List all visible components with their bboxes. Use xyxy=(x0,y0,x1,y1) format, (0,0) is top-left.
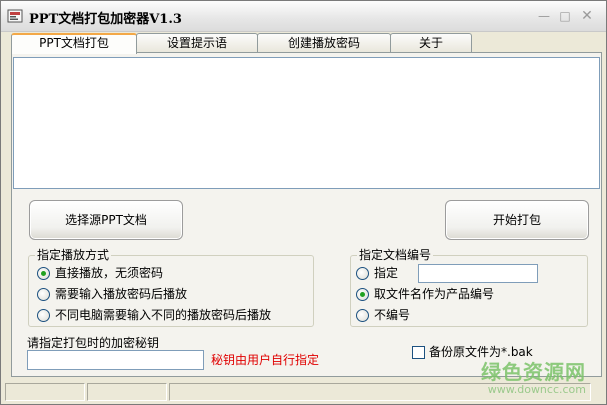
radio-label: 取文件名作为产品编号 xyxy=(374,287,495,301)
tab-about[interactable]: 关于 xyxy=(390,33,472,52)
app-icon xyxy=(7,9,23,23)
tab-ppt-pack[interactable]: PPT文档打包 xyxy=(11,33,137,54)
play-mode-group: 指定播放方式 直接播放，无须密码 需要输入播放密码后播放 不同电脑需要输入不同的… xyxy=(28,248,314,327)
doc-number-group: 指定文档编号 指定 取文件名作为产品编号 不编号 xyxy=(350,248,588,327)
encryption-key-hint: 秘钥由用户自行指定 xyxy=(211,353,320,367)
backup-checkbox[interactable] xyxy=(412,346,425,359)
tab-set-prompt[interactable]: 设置提示语 xyxy=(136,33,258,52)
play-mode-legend: 指定播放方式 xyxy=(35,248,112,262)
encryption-key-input[interactable] xyxy=(27,350,204,370)
radio-label: 指定 xyxy=(374,266,399,280)
minimize-icon[interactable]: — xyxy=(535,7,553,25)
maximize-icon[interactable]: □ xyxy=(556,7,574,25)
tab-panel-ppt-pack: 选择源PPT文档 开始打包 指定播放方式 直接播放，无须密码 需要输入播放密码后… xyxy=(11,52,602,377)
select-source-button[interactable]: 选择源PPT文档 xyxy=(29,200,183,240)
status-pane-1 xyxy=(5,383,85,401)
radio-button[interactable] xyxy=(37,267,50,280)
start-pack-button[interactable]: 开始打包 xyxy=(445,200,589,240)
tab-create-password[interactable]: 创建播放密码 xyxy=(257,33,391,52)
status-pane-2 xyxy=(87,383,167,401)
doc-number-legend: 指定文档编号 xyxy=(357,248,434,262)
radio-button[interactable] xyxy=(37,309,50,322)
log-area[interactable] xyxy=(13,57,600,189)
close-icon[interactable]: ✕ xyxy=(578,7,596,25)
title-bar[interactable]: PPT文档打包加密器V1.3 — □ ✕ xyxy=(1,1,606,32)
radio-button[interactable] xyxy=(356,288,369,301)
radio-label: 不同电脑需要输入不同的播放密码后播放 xyxy=(55,308,272,322)
radio-button[interactable] xyxy=(356,309,369,322)
doc-number-input[interactable] xyxy=(418,264,538,283)
watermark-title: 绿色资源网 xyxy=(481,360,586,384)
encryption-key-label: 请指定打包时的加密秘钥 xyxy=(27,336,160,350)
radio-label: 不编号 xyxy=(374,308,411,322)
radio-button[interactable] xyxy=(356,267,369,280)
radio-label: 直接播放，无须密码 xyxy=(55,266,164,280)
site-watermark: 绿色资源网 www.downcc.com xyxy=(481,356,586,396)
app-window: PPT文档打包加密器V1.3 — □ ✕ PPT文档打包 设置提示语 创建播放密… xyxy=(0,0,607,405)
radio-label: 需要输入播放密码后播放 xyxy=(55,287,188,301)
radio-button[interactable] xyxy=(37,288,50,301)
window-title: PPT文档打包加密器V1.3 xyxy=(29,12,182,27)
